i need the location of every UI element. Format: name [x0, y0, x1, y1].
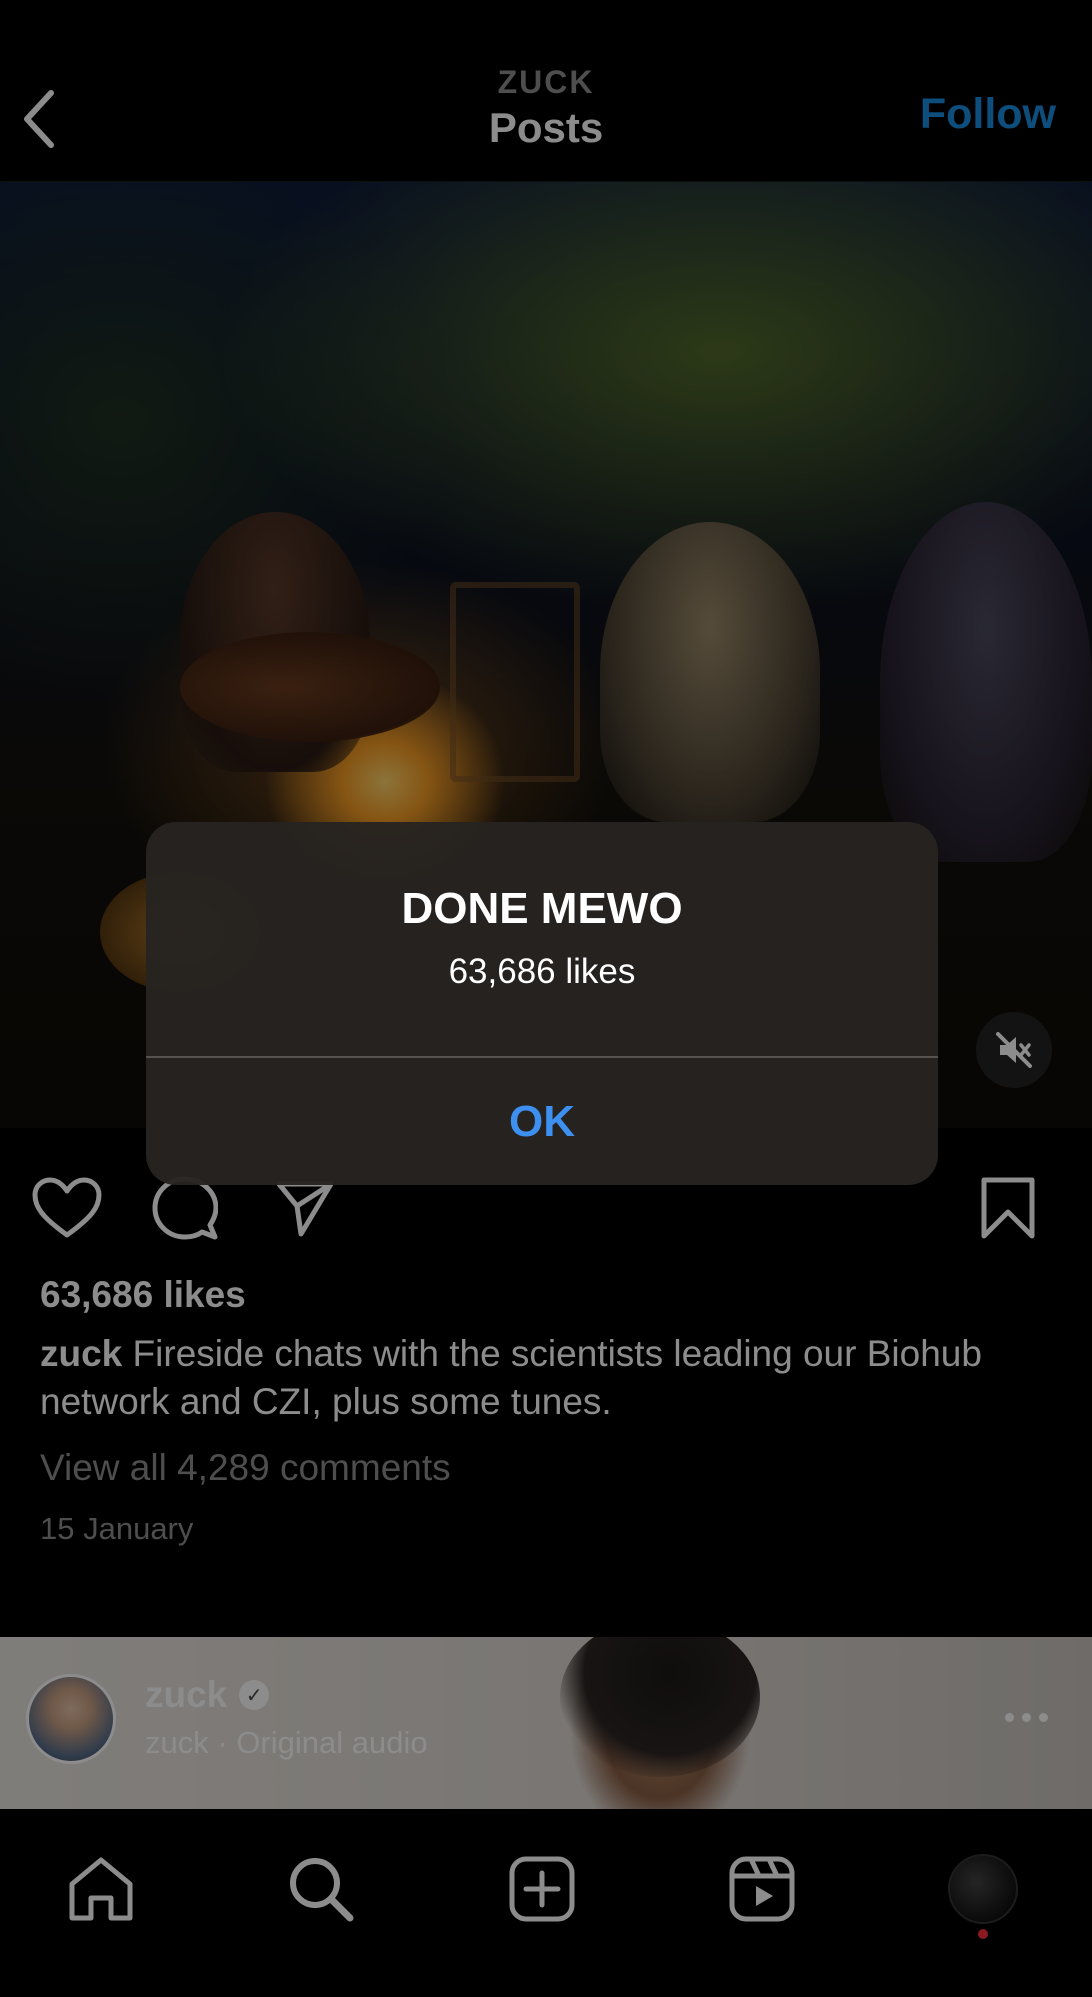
- ok-button[interactable]: OK: [146, 1058, 938, 1185]
- alert-title: DONE MEWO: [401, 884, 683, 933]
- alert-dialog: DONE MEWO 63,686 likes OK: [146, 822, 938, 1185]
- alert-message: 63,686 likes: [448, 952, 636, 991]
